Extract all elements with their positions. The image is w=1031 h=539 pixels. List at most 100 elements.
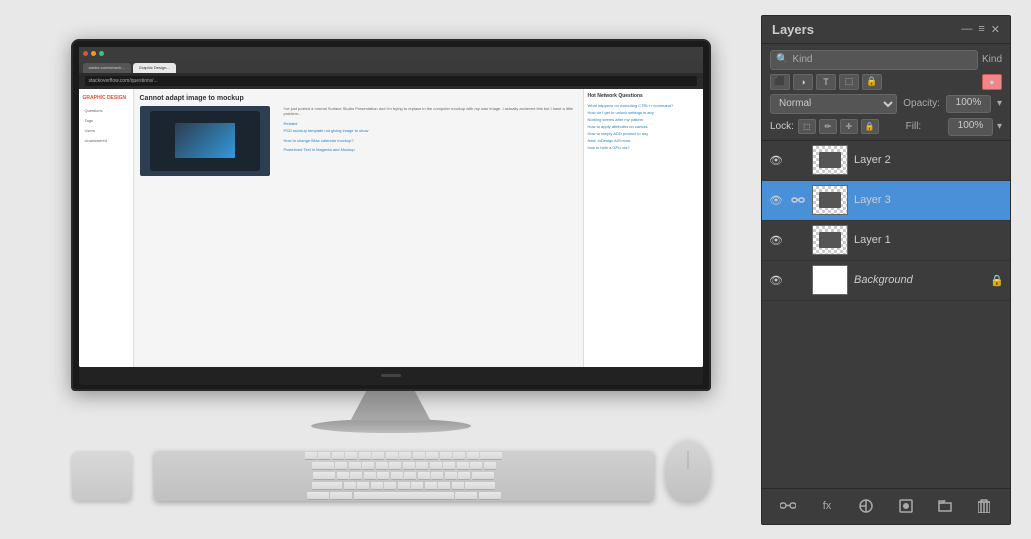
hot-question-6[interactable]: feed: InDesign AIS>now (588, 138, 699, 143)
lock-icons: ⬚ ✏ ✛ 🔒 (798, 119, 879, 134)
key (470, 462, 482, 470)
fx-button[interactable]: fx (815, 494, 839, 518)
hot-question-2[interactable]: How do I get to unlock settings in any (588, 110, 699, 115)
content-link-1[interactable]: PSD mockup template not giving image to … (284, 128, 577, 134)
browser-tab-2[interactable]: Graphic Design... (133, 63, 176, 73)
thumb-checker-layer1 (813, 226, 847, 254)
layer-item-background[interactable]: 👁 Background 🔒 (762, 261, 1010, 301)
thumb-monitor-layer2 (819, 152, 841, 168)
adjustment-layer-button[interactable] (854, 494, 878, 518)
key-ctrl (307, 492, 329, 500)
key (438, 482, 450, 490)
key-alt (330, 492, 352, 500)
thumb-checker-layer2 (813, 146, 847, 174)
filter-icon-pixel[interactable]: ⬛ (770, 74, 790, 90)
kind-dropdown-arrow: Kind (982, 54, 1002, 65)
key (344, 482, 356, 490)
hot-question-1[interactable]: What happens on executing CTRL+r command… (588, 103, 699, 108)
sidebar-tags: Tags (83, 117, 129, 124)
search-box[interactable]: 🔍 Kind (770, 50, 978, 70)
layer-item-layer1[interactable]: 👁 Layer 1 (762, 221, 1010, 261)
opacity-input[interactable]: 100% (946, 95, 991, 113)
key (377, 472, 389, 480)
layer-visibility-layer3[interactable]: 👁 (768, 192, 784, 208)
filter-icon-type[interactable]: T (816, 74, 836, 90)
key (376, 462, 388, 470)
lock-transparency-button[interactable]: ⬚ (798, 119, 816, 134)
key-row-1 (162, 452, 646, 460)
filter-icon-adjustment[interactable]: ◑ (793, 74, 813, 90)
lock-row: Lock: ⬚ ✏ ✛ 🔒 Fill: 100% ▾ (770, 118, 1002, 136)
key (416, 462, 428, 470)
delete-layer-button[interactable] (972, 494, 996, 518)
monitor-logo (381, 374, 401, 377)
content-link-2[interactable]: How to change iMac calendar mockup? (284, 138, 577, 144)
key-backspace (480, 452, 502, 460)
link-layers-button[interactable] (776, 494, 800, 518)
key (371, 482, 383, 490)
layer-visibility-layer1[interactable]: 👁 (768, 232, 784, 248)
hot-question-5[interactable]: How to simply ADD product to any (588, 131, 699, 136)
panel-close-button[interactable]: ✕ (991, 23, 1000, 36)
browser-tab-1[interactable]: adobe.com/search... (83, 63, 131, 73)
layer-name-layer1: Layer 1 (854, 234, 1004, 246)
browser-window: adobe.com/search... Graphic Design... st… (79, 47, 703, 367)
key (389, 462, 401, 470)
monitor-screen: adobe.com/search... Graphic Design... st… (79, 47, 703, 367)
new-group-button[interactable] (933, 494, 957, 518)
key (386, 452, 398, 460)
blend-row: Normal Opacity: 100% ▾ (770, 94, 1002, 114)
content-link-3[interactable]: Posterized Text in Magenta and Mockup (284, 147, 577, 153)
filter-icon-smart[interactable]: 🔒 (862, 74, 882, 90)
hot-question-4[interactable]: How to apply attributes on canvas (588, 124, 699, 129)
search-kind-label: Kind (792, 54, 812, 65)
hot-question-7[interactable]: how to hide a GPU via? (588, 145, 699, 150)
lock-position-button[interactable]: ✛ (840, 119, 858, 134)
chain-link-icon (791, 193, 805, 207)
key (467, 452, 479, 460)
layer-visibility-background[interactable]: 👁 (768, 272, 784, 288)
folder-icon (938, 499, 952, 513)
monitor-stand (351, 391, 431, 421)
thumb-monitor-layer3 (819, 192, 841, 208)
panel-menu-button[interactable]: ≡ (978, 23, 984, 35)
desk-area: adobe.com/search... Graphic Design... st… (20, 39, 761, 501)
panel-minimize-button[interactable]: — (961, 23, 972, 35)
mask-icon (899, 499, 913, 513)
thumb-checker-layer3 (813, 186, 847, 214)
lock-image-button[interactable]: ✏ (819, 119, 837, 134)
lock-label: Lock: (770, 121, 794, 132)
panel-header: Layers — ≡ ✕ (762, 16, 1010, 44)
layer-item-layer3[interactable]: 👁 Layer 3 (762, 181, 1010, 221)
small-device (72, 451, 132, 501)
hot-question-3[interactable]: Nothing seems after my pattern (588, 117, 699, 122)
blend-mode-select[interactable]: Normal (770, 94, 897, 114)
sidebar-questions: Questions (83, 107, 129, 114)
filter-row: 🔍 Kind Kind (770, 50, 1002, 70)
link-icon (780, 499, 796, 513)
trash-icon (978, 499, 990, 513)
lock-all-button[interactable]: 🔒 (861, 119, 879, 134)
fill-input[interactable]: 100% (948, 118, 993, 136)
key-tab (312, 462, 334, 470)
key-enter (472, 472, 494, 480)
layer-item-layer2[interactable]: 👁 Layer 2 (762, 141, 1010, 181)
monitor-frame: adobe.com/search... Graphic Design... st… (71, 39, 711, 391)
layer-mask-button[interactable] (894, 494, 918, 518)
key (318, 452, 330, 460)
monitor-bezel (79, 367, 703, 385)
address-input[interactable]: stackoverflow.com/questions/... (85, 76, 697, 86)
key (425, 482, 437, 490)
fill-label: Fill: (906, 121, 922, 132)
maximize-dot (99, 51, 104, 56)
close-dot (83, 51, 88, 56)
key (426, 452, 438, 460)
filter-toggle-button[interactable]: ● (982, 74, 1002, 90)
tab-1-label: adobe.com/search... (89, 65, 125, 70)
key (457, 462, 469, 470)
filter-icon-shape[interactable]: ⬚ (839, 74, 859, 90)
key (335, 462, 347, 470)
layer-visibility-layer2[interactable]: 👁 (768, 152, 784, 168)
thumb-monitor-layer1 (819, 232, 841, 248)
key (384, 482, 396, 490)
